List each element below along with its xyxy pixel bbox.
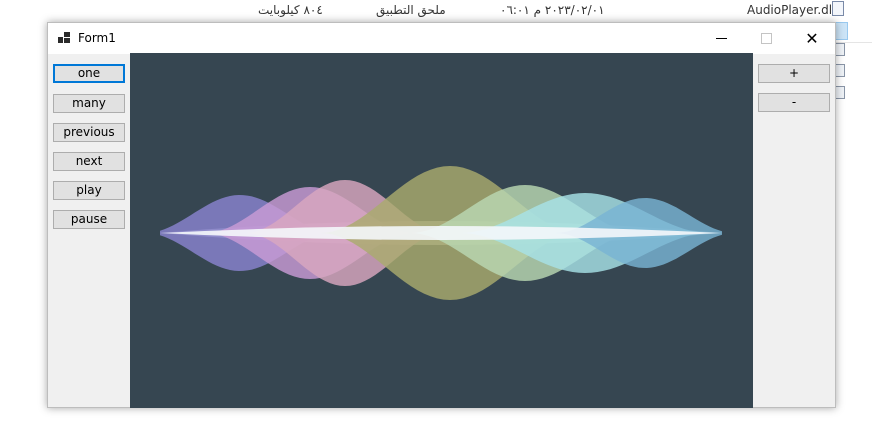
title-bar[interactable]: Form1 ✕	[48, 23, 835, 54]
form1-window: Form1 ✕ one many previous next play paus…	[47, 22, 836, 408]
volume-down-button[interactable]: -	[758, 93, 830, 112]
minimize-icon	[715, 38, 727, 39]
app-icon	[58, 32, 70, 44]
audio-visualizer	[130, 53, 753, 408]
many-button[interactable]: many	[53, 94, 125, 113]
play-button[interactable]: play	[53, 181, 125, 200]
close-icon: ✕	[805, 29, 819, 48]
volume-up-button[interactable]: +	[758, 64, 830, 83]
close-button[interactable]: ✕	[790, 23, 834, 54]
window-title: Form1	[78, 31, 116, 45]
pause-button[interactable]: pause	[53, 210, 125, 229]
file-date: ٢٠٢٣/٠٢/٠١ م ٠٦:٠١	[500, 3, 605, 17]
minimize-button[interactable]	[699, 23, 743, 54]
file-type: ملحق التطبيق	[376, 3, 446, 17]
one-button[interactable]: one	[53, 64, 125, 83]
maximize-button[interactable]	[744, 23, 788, 54]
waveform-graphic	[160, 166, 722, 300]
dll-file-icon	[832, 1, 844, 16]
maximize-icon	[760, 33, 772, 44]
next-button[interactable]: next	[53, 152, 125, 171]
previous-button[interactable]: previous	[53, 123, 125, 142]
file-name: AudioPlayer.dll	[747, 3, 836, 17]
explorer-file-row[interactable]: ٨٠٤ كيلوبايت ملحق التطبيق ٢٠٢٣/٠٢/٠١ م ٠…	[250, 0, 850, 20]
file-size: ٨٠٤ كيلوبايت	[258, 3, 323, 17]
